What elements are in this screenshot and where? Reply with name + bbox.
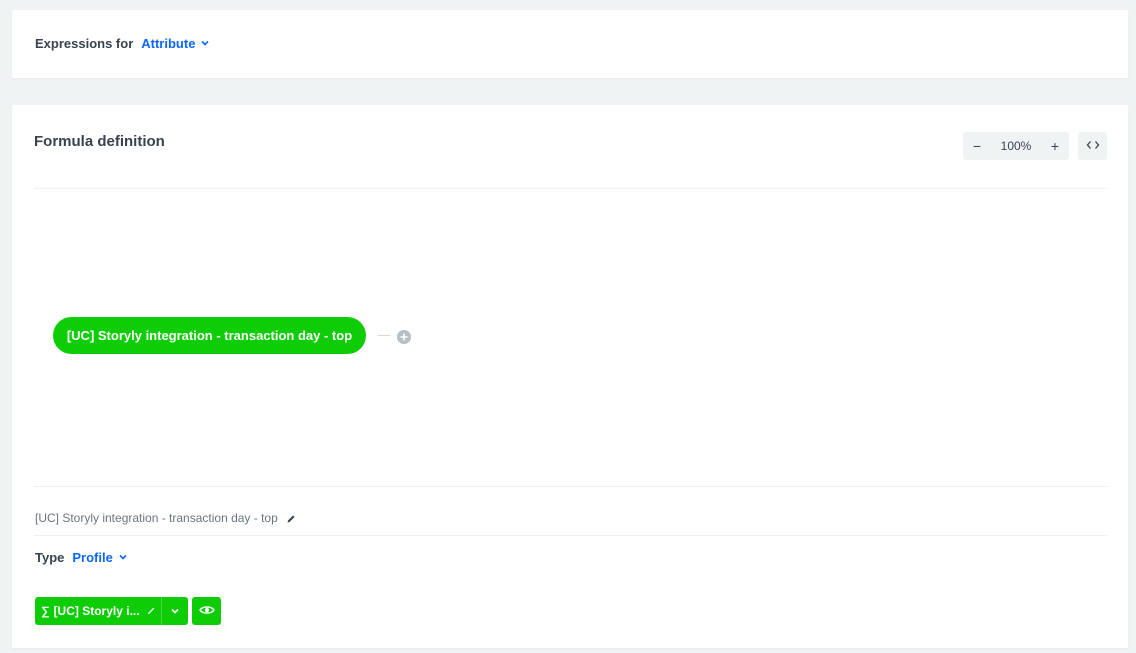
add-node-button[interactable] [397,330,411,344]
formula-node[interactable]: [UC] Storyly integration - transaction d… [53,317,366,354]
plus-circle-icon [400,328,408,346]
divider [34,535,1107,536]
chevron-down-icon [119,553,127,561]
zoom-out-button[interactable]: − [969,138,985,154]
expressions-card: Expressions for Attribute [12,10,1128,78]
type-selected: Profile [72,550,113,565]
type-dropdown[interactable]: Profile [72,550,127,565]
code-icon [1086,137,1100,155]
formula-name: [UC] Storyly integration - transaction d… [35,511,278,525]
preview-button[interactable] [192,597,221,625]
pencil-icon[interactable] [286,513,296,523]
eye-icon [198,602,215,620]
chevron-down-icon [171,604,179,618]
expressions-dropdown[interactable]: Attribute [141,36,210,51]
attribute-button-group: ∑ [UC] Storyly i... [35,597,221,625]
expressions-selected: Attribute [141,36,196,51]
zoom-level: 100% [1000,139,1032,153]
type-label: Type [35,550,65,565]
chevron-down-icon [201,39,210,47]
attribute-button: ∑ [UC] Storyly i... [35,597,188,625]
node-connector [378,335,390,336]
divider [34,486,1107,487]
attribute-button-label: [UC] Storyly i... [53,604,140,618]
zoom-in-button[interactable]: + [1047,138,1063,154]
type-row: Type Profile [35,550,127,565]
expressions-row: Expressions for Attribute [35,36,210,51]
attribute-edit-button[interactable] [142,597,161,625]
formula-canvas: [UC] Storyly integration - transaction d… [34,189,1107,485]
formula-card: Formula definition − 100% + [UC] Storyly… [12,105,1128,648]
code-view-button[interactable] [1078,132,1107,160]
formula-name-row: [UC] Storyly integration - transaction d… [35,511,296,525]
attribute-dropdown-button[interactable] [161,597,188,625]
expressions-label: Expressions for [35,36,134,51]
attribute-select-button[interactable]: ∑ [UC] Storyly i... [35,597,142,625]
pencil-icon [147,604,156,618]
formula-title: Formula definition [34,133,165,150]
zoom-control: − 100% + [963,132,1069,160]
sigma-icon: ∑ [41,604,50,618]
